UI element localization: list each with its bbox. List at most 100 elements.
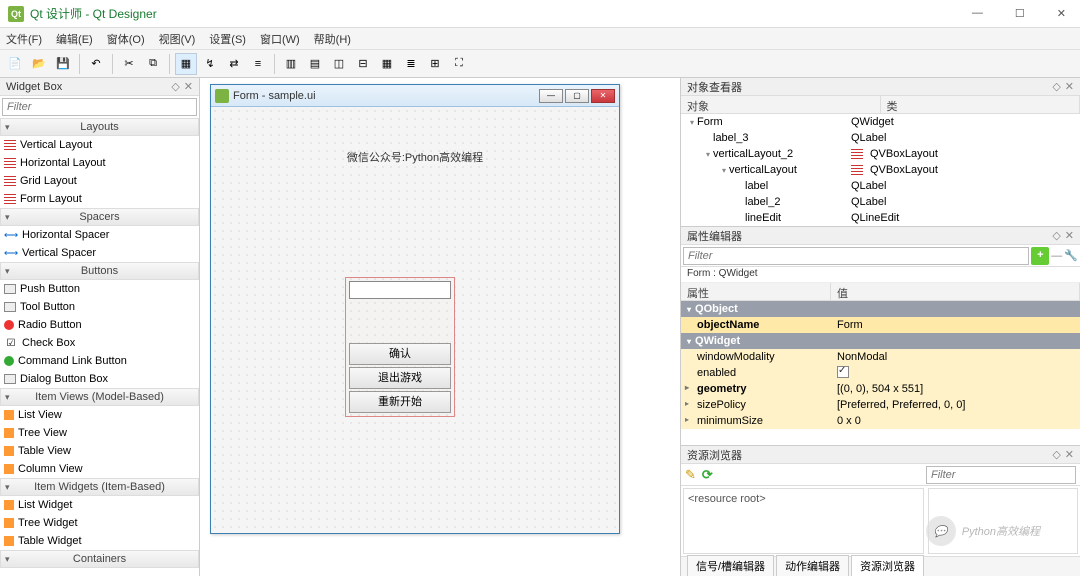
property-row[interactable]: windowModalityNonModal xyxy=(681,349,1080,365)
tab-signal-slot[interactable]: 信号/槽编辑器 xyxy=(687,555,774,576)
widget-box-item[interactable]: ⟷Horizontal Spacer xyxy=(0,226,199,244)
form-minimize-icon[interactable]: — xyxy=(539,89,563,103)
confirm-button[interactable]: 确认 xyxy=(349,343,451,365)
reload-icon[interactable]: ⟳ xyxy=(702,467,713,483)
layout-h-icon[interactable]: ▥ xyxy=(280,53,302,75)
widget-box-item[interactable]: Vertical Layout xyxy=(0,136,199,154)
object-tree-row[interactable]: lineEditQLineEdit xyxy=(681,210,1080,226)
category-header[interactable]: ▾Spacers xyxy=(0,208,199,226)
undo-icon[interactable]: ↶ xyxy=(85,53,107,75)
category-header[interactable]: ▾Item Widgets (Item-Based) xyxy=(0,478,199,496)
property-filter[interactable] xyxy=(683,247,1029,265)
edit-buddies-icon[interactable]: ⇄ xyxy=(223,53,245,75)
widget-box-item[interactable]: Tool Button xyxy=(0,298,199,316)
form-window[interactable]: Form - sample.ui — ▢ ✕ 微信公众号:Python高效编程 … xyxy=(210,84,620,534)
dock-float-icon[interactable]: ◇ xyxy=(1052,448,1060,461)
dock-close-icon[interactable]: ✕ xyxy=(1065,229,1074,242)
resource-filter[interactable] xyxy=(926,466,1076,484)
widget-box-item[interactable]: Table View xyxy=(0,442,199,460)
restart-button[interactable]: 重新开始 xyxy=(349,391,451,413)
tab-action-editor[interactable]: 动作编辑器 xyxy=(776,555,849,576)
layout-vsplit-icon[interactable]: ⊟ xyxy=(352,53,374,75)
widget-box-item[interactable]: Tree View xyxy=(0,424,199,442)
property-group-header[interactable]: ▾QObject xyxy=(681,301,1080,317)
widget-box-item[interactable]: Tree Widget xyxy=(0,514,199,532)
property-row[interactable]: enabled xyxy=(681,365,1080,381)
dock-float-icon[interactable]: ◇ xyxy=(1052,80,1060,93)
form-maximize-icon[interactable]: ▢ xyxy=(565,89,589,103)
add-dynamic-property-icon[interactable]: + xyxy=(1031,247,1049,265)
vertical-layout-selection[interactable]: 确认 退出游戏 重新开始 xyxy=(345,277,455,417)
remove-property-icon[interactable]: — xyxy=(1051,250,1062,262)
col-value[interactable]: 值 xyxy=(831,283,1080,300)
tab-resource-browser[interactable]: 资源浏览器 xyxy=(851,555,924,576)
copy-icon[interactable]: ⧉ xyxy=(142,53,164,75)
dock-float-icon[interactable]: ◇ xyxy=(1052,229,1060,242)
object-tree-row[interactable]: label_3QLabel xyxy=(681,130,1080,146)
widget-box-item[interactable]: List View xyxy=(0,406,199,424)
dock-close-icon[interactable]: ✕ xyxy=(1065,80,1074,93)
menu-view[interactable]: 视图(V) xyxy=(159,31,196,47)
menu-form[interactable]: 窗体(O) xyxy=(107,31,145,47)
object-tree-row[interactable]: ▾verticalLayout_2QVBoxLayout xyxy=(681,146,1080,162)
property-row[interactable]: objectNameForm xyxy=(681,317,1080,333)
col-class[interactable]: 类 xyxy=(881,96,1080,113)
form-top-label[interactable]: 微信公众号:Python高效编程 xyxy=(211,149,619,165)
resource-tree[interactable]: <resource root> xyxy=(683,488,924,554)
resource-root-label[interactable]: <resource root> xyxy=(688,493,766,505)
property-config-icon[interactable]: 🔧 xyxy=(1064,249,1078,262)
category-header[interactable]: ▾Containers xyxy=(0,550,199,568)
menu-help[interactable]: 帮助(H) xyxy=(314,31,351,47)
widget-box-item[interactable]: List Widget xyxy=(0,496,199,514)
property-row[interactable]: ▸minimumSize0 x 0 xyxy=(681,413,1080,429)
widget-box-item[interactable]: Command Link Button xyxy=(0,352,199,370)
property-group-header[interactable]: ▾QWidget xyxy=(681,333,1080,349)
dock-close-icon[interactable]: ✕ xyxy=(1065,448,1074,461)
menu-edit[interactable]: 编辑(E) xyxy=(56,31,93,47)
widget-box-item[interactable]: ⟷Vertical Spacer xyxy=(0,244,199,262)
layout-v-icon[interactable]: ▤ xyxy=(304,53,326,75)
category-header[interactable]: ▾Buttons xyxy=(0,262,199,280)
form-body[interactable]: 微信公众号:Python高效编程 确认 退出游戏 重新开始 xyxy=(211,107,619,533)
adjust-size-icon[interactable]: ⛶ xyxy=(448,53,470,75)
save-icon[interactable]: 💾 xyxy=(52,53,74,75)
layout-form-icon[interactable]: ≣ xyxy=(400,53,422,75)
widget-box-item[interactable]: ☑Check Box xyxy=(0,334,199,352)
maximize-icon[interactable]: ☐ xyxy=(1009,5,1031,22)
open-icon[interactable]: 📂 xyxy=(28,53,50,75)
widget-box-item[interactable]: Push Button xyxy=(0,280,199,298)
property-row[interactable]: ▸geometry[(0, 0), 504 x 551] xyxy=(681,381,1080,397)
property-row[interactable]: ▸sizePolicy[Preferred, Preferred, 0, 0] xyxy=(681,397,1080,413)
minimize-icon[interactable]: — xyxy=(966,5,989,22)
category-header[interactable]: ▾Layouts xyxy=(0,118,199,136)
close-icon[interactable]: ✕ xyxy=(1051,5,1072,22)
widget-box-item[interactable]: Radio Button xyxy=(0,316,199,334)
widget-box-item[interactable]: Column View xyxy=(0,460,199,478)
exit-game-button[interactable]: 退出游戏 xyxy=(349,367,451,389)
dock-close-icon[interactable]: ✕ xyxy=(184,80,193,93)
design-canvas[interactable]: Form - sample.ui — ▢ ✕ 微信公众号:Python高效编程 … xyxy=(200,78,680,576)
object-tree-row[interactable]: ▾FormQWidget xyxy=(681,114,1080,130)
col-property[interactable]: 属性 xyxy=(681,283,831,300)
widget-box-item[interactable]: Horizontal Layout xyxy=(0,154,199,172)
object-tree-row[interactable]: labelQLabel xyxy=(681,178,1080,194)
widget-box-item[interactable]: Dialog Button Box xyxy=(0,370,199,388)
dock-float-icon[interactable]: ◇ xyxy=(171,80,179,93)
widget-box-item[interactable]: Table Widget xyxy=(0,532,199,550)
form-close-icon[interactable]: ✕ xyxy=(591,89,615,103)
menu-settings[interactable]: 设置(S) xyxy=(209,31,246,47)
edit-resources-icon[interactable]: ✎ xyxy=(685,467,696,483)
cut-icon[interactable]: ✂ xyxy=(118,53,140,75)
menu-file[interactable]: 文件(F) xyxy=(6,31,42,47)
new-form-icon[interactable]: 📄 xyxy=(4,53,26,75)
widget-box-item[interactable]: Grid Layout xyxy=(0,172,199,190)
lineedit-widget[interactable] xyxy=(349,281,451,299)
widget-box-item[interactable]: Form Layout xyxy=(0,190,199,208)
layout-hsplit-icon[interactable]: ◫ xyxy=(328,53,350,75)
edit-widgets-icon[interactable]: ▦ xyxy=(175,53,197,75)
widget-box-filter[interactable] xyxy=(2,98,197,116)
col-object[interactable]: 对象 xyxy=(681,96,881,113)
layout-grid-icon[interactable]: ▦ xyxy=(376,53,398,75)
edit-taborder-icon[interactable]: ≡ xyxy=(247,53,269,75)
object-tree-row[interactable]: ▾verticalLayoutQVBoxLayout xyxy=(681,162,1080,178)
